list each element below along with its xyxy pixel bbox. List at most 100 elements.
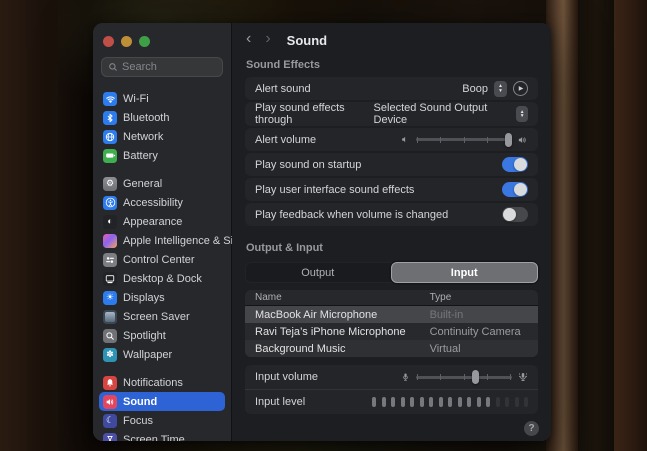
sidebar-item-focus[interactable]: ☾ Focus bbox=[99, 411, 225, 430]
sidebar-item-label: Accessibility bbox=[123, 196, 183, 209]
sidebar-item-wifi[interactable]: Wi-Fi bbox=[99, 89, 225, 108]
ui-sound-effects-toggle[interactable] bbox=[502, 182, 528, 197]
sidebar-item-accessibility[interactable]: Accessibility bbox=[99, 193, 225, 212]
sidebar-item-apple-intelligence-siri[interactable]: Apple Intelligence & Siri bbox=[99, 231, 239, 250]
mic-loud-icon bbox=[518, 372, 528, 382]
sidebar-item-battery[interactable]: Battery bbox=[99, 146, 225, 165]
moon-icon: ☾ bbox=[103, 413, 117, 428]
table-row[interactable]: MacBook Air Microphone Built-in bbox=[245, 306, 538, 323]
sidebar-item-screen-time[interactable]: Screen Time bbox=[99, 430, 225, 441]
table-row[interactable]: Background Music Virtual bbox=[245, 340, 538, 357]
speaker-high-icon bbox=[518, 135, 528, 145]
sidebar-item-label: Screen Saver bbox=[123, 310, 190, 323]
sidebar-item-label: Wallpaper bbox=[123, 348, 173, 361]
sound-settings-pane: ‹ › Sound Sound Effects Alert sound Boop… bbox=[232, 23, 551, 441]
minimize-button[interactable] bbox=[121, 36, 132, 47]
play-through-label: Play sound effects through bbox=[255, 102, 345, 126]
sidebar-item-wallpaper[interactable]: ✽ Wallpaper bbox=[99, 345, 225, 364]
sidebar-item-label: Screen Time bbox=[123, 433, 185, 442]
sidebar-item-label: Displays bbox=[123, 291, 165, 304]
alert-volume-slider[interactable] bbox=[416, 132, 512, 147]
content-body: Sound Effects Alert sound Boop ▴ ▾ ▶ Play… bbox=[232, 57, 551, 441]
flower-icon: ✽ bbox=[103, 347, 117, 362]
sidebar-item-sound[interactable]: Sound bbox=[99, 392, 225, 411]
zoom-button[interactable] bbox=[139, 36, 150, 47]
play-through-value: Selected Sound Output Device bbox=[373, 102, 488, 126]
battery-icon bbox=[103, 148, 117, 163]
startup-sound-row: Play sound on startup bbox=[245, 153, 538, 176]
globe-icon bbox=[103, 129, 117, 144]
accessibility-icon bbox=[103, 195, 117, 210]
tab-output[interactable]: Output bbox=[245, 262, 391, 283]
sound-effects-group: Alert sound Boop ▴ ▾ ▶ Play sound effects… bbox=[245, 77, 538, 226]
volume-feedback-toggle[interactable] bbox=[502, 207, 528, 222]
input-volume-slider[interactable] bbox=[416, 370, 512, 384]
appearance-icon: ◐ bbox=[103, 214, 117, 229]
sidebar-item-screen-saver[interactable]: Screen Saver bbox=[99, 307, 225, 326]
page-title: Sound bbox=[286, 32, 328, 48]
speaker-icon bbox=[103, 394, 117, 409]
search-icon bbox=[108, 62, 118, 72]
play-through-dropdown[interactable]: ▴ ▾ bbox=[516, 106, 528, 122]
sidebar-item-label: Bluetooth bbox=[123, 111, 170, 124]
search-input[interactable]: Search bbox=[101, 57, 223, 77]
forward-button[interactable]: › bbox=[265, 31, 270, 47]
sun-icon: ☀ bbox=[103, 290, 117, 305]
tab-input[interactable]: Input bbox=[390, 262, 538, 283]
bluetooth-icon bbox=[103, 110, 117, 125]
sidebar-item-label: Battery bbox=[123, 149, 158, 162]
table-header: Name Type bbox=[245, 290, 538, 306]
alert-volume-knob[interactable] bbox=[505, 132, 512, 147]
settings-sidebar: Search Wi-Fi Bluetooth Network Battery ⚙… bbox=[93, 23, 239, 441]
sidebar-item-bluetooth[interactable]: Bluetooth bbox=[99, 108, 225, 127]
alert-volume-row: Alert volume bbox=[245, 128, 538, 151]
help-button[interactable]: ? bbox=[524, 421, 539, 436]
play-sample-button[interactable]: ▶ bbox=[513, 81, 528, 96]
sidebar-item-label: Desktop & Dock bbox=[123, 272, 202, 285]
device-type: Built-in bbox=[429, 308, 464, 321]
alert-sound-value: Boop bbox=[462, 82, 488, 95]
sidebar-item-appearance[interactable]: ◐ Appearance bbox=[99, 212, 225, 231]
sidebar-item-label: Spotlight bbox=[123, 329, 166, 342]
siri-icon bbox=[103, 233, 117, 248]
sidebar-item-displays[interactable]: ☀ Displays bbox=[99, 288, 225, 307]
speaker-low-icon bbox=[401, 135, 410, 144]
mic-icon bbox=[401, 372, 410, 382]
device-type: Continuity Camera bbox=[429, 325, 521, 338]
sidebar-item-label: General bbox=[123, 177, 163, 190]
sidebar-item-spotlight[interactable]: Spotlight bbox=[99, 326, 225, 345]
gear-icon: ⚙ bbox=[103, 176, 117, 191]
sidebar-item-label: Appearance bbox=[123, 215, 183, 228]
table-row[interactable]: Ravi Teja’s iPhone Microphone Continuity… bbox=[245, 323, 538, 340]
hourglass-icon bbox=[103, 432, 117, 441]
wallpaper-tree bbox=[578, 0, 614, 451]
back-button[interactable]: ‹ bbox=[246, 31, 251, 47]
output-input-segmented-control: Output Input bbox=[245, 262, 538, 283]
input-devices-table: Name Type MacBook Air Microphone Built-i… bbox=[245, 290, 538, 357]
bell-icon bbox=[103, 375, 117, 390]
close-button[interactable] bbox=[103, 36, 114, 47]
sidebar-item-control-center[interactable]: Control Center bbox=[99, 250, 225, 269]
screen-saver-icon bbox=[103, 309, 117, 324]
window-controls bbox=[93, 31, 231, 57]
sidebar-item-label: Control Center bbox=[123, 253, 195, 266]
alert-sound-label: Alert sound bbox=[255, 82, 311, 95]
alert-sound-stepper[interactable]: ▴ ▾ bbox=[494, 80, 507, 97]
wifi-icon bbox=[103, 91, 117, 106]
content-header: ‹ › Sound bbox=[232, 23, 551, 57]
sidebar-item-network[interactable]: Network bbox=[99, 127, 225, 146]
ui-sound-effects-row: Play user interface sound effects bbox=[245, 178, 538, 201]
device-name: Background Music bbox=[255, 342, 346, 355]
sidebar-item-label: Sound bbox=[123, 395, 158, 408]
input-volume-knob[interactable] bbox=[471, 370, 479, 384]
input-level-meter bbox=[372, 397, 528, 407]
startup-sound-toggle[interactable] bbox=[502, 157, 528, 172]
sidebar-item-notifications[interactable]: Notifications bbox=[99, 373, 225, 392]
input-level-label: Input level bbox=[255, 396, 306, 408]
sidebar-item-desktop-dock[interactable]: Desktop & Dock bbox=[99, 269, 225, 288]
magnifier-icon bbox=[103, 328, 117, 343]
sidebar-item-general[interactable]: ⚙ General bbox=[99, 174, 225, 193]
volume-feedback-label: Play feedback when volume is changed bbox=[255, 208, 449, 221]
column-header-name: Name bbox=[255, 292, 282, 303]
desktop: Search Wi-Fi Bluetooth Network Battery ⚙… bbox=[0, 0, 647, 451]
